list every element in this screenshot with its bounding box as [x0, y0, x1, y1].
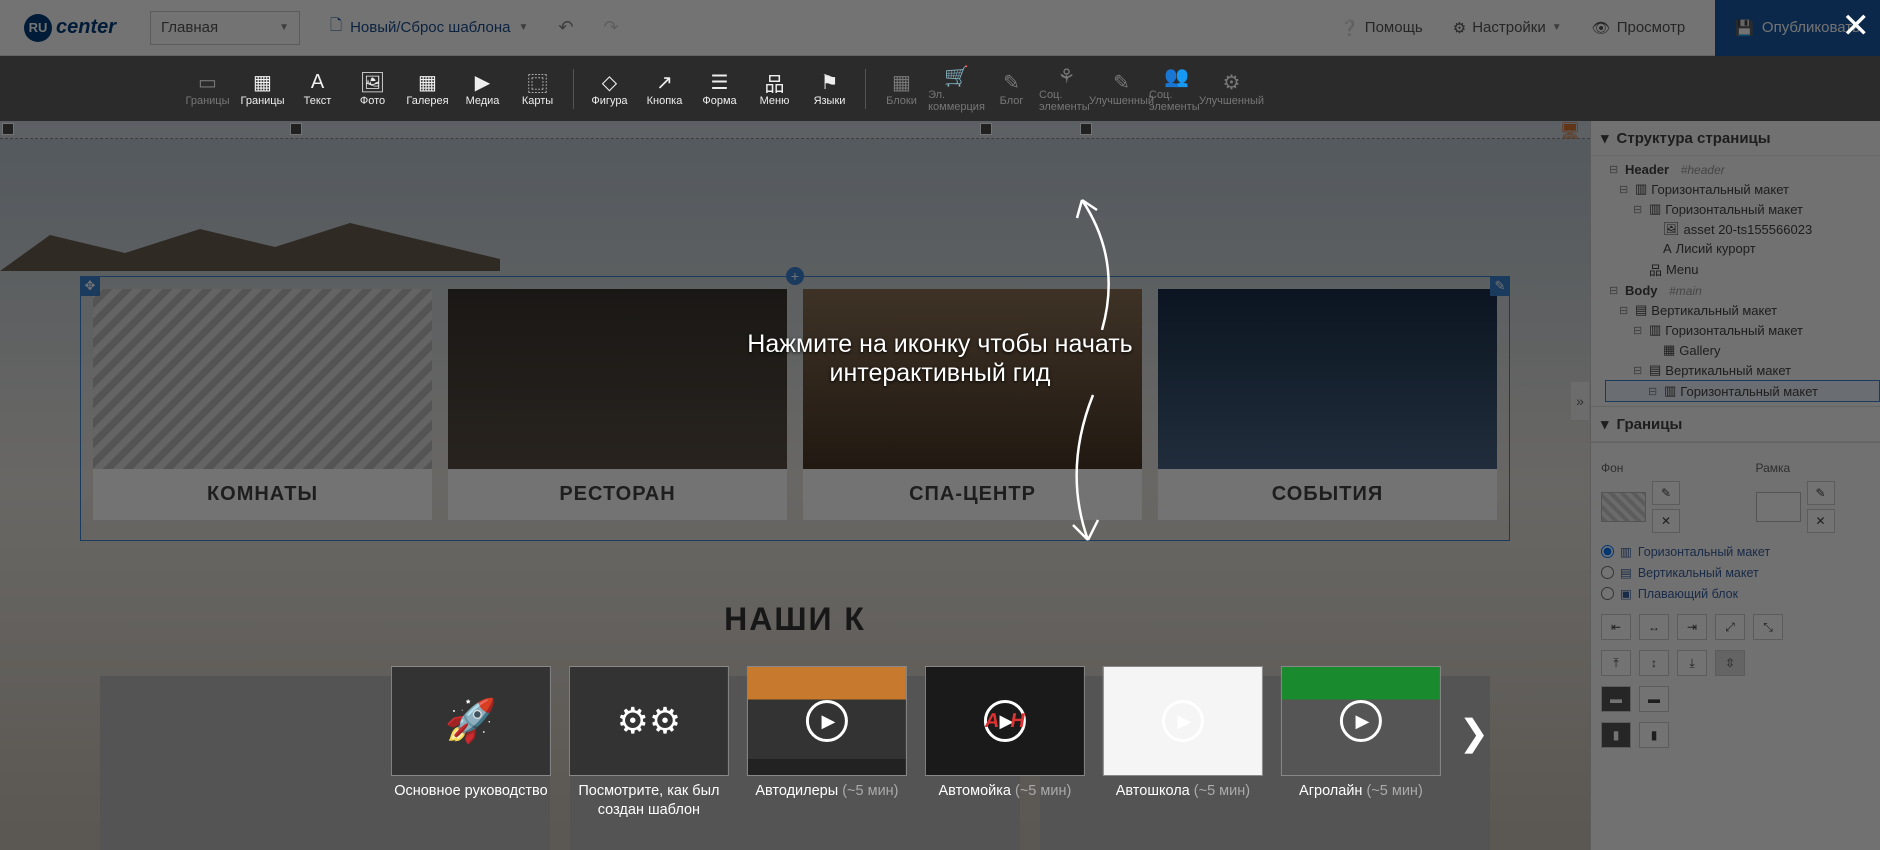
tool-icon: ↗ — [656, 71, 673, 95]
tool-label: Кнопка — [647, 95, 683, 107]
tutorial-hint: Нажмите на иконку чтобы начать интеракти… — [747, 330, 1132, 388]
tool-Форма[interactable]: ☰Форма — [692, 71, 747, 107]
tool-label: Фото — [360, 95, 385, 107]
tutorial-thumb[interactable]: 🚀 — [391, 666, 551, 776]
tool-icon: ☰ — [711, 71, 729, 95]
tool-label: Меню — [760, 95, 790, 107]
tutorial-label: Агролайн (~5 мин) — [1299, 782, 1423, 801]
tool-Границы[interactable]: ▭Границы — [180, 71, 235, 107]
arrow-up-icon — [1072, 190, 1132, 330]
tool-icon: ◇ — [602, 71, 617, 95]
tool-icon: ▦ — [418, 71, 437, 95]
tool-icon: 🛒 — [944, 65, 969, 89]
tool-Фигура[interactable]: ◇Фигура — [582, 71, 637, 107]
close-icon[interactable]: ✕ — [1842, 6, 1871, 46]
tool-icon: A — [311, 71, 324, 95]
toolbar: ▭Границы▦ГраницыAТекст🖼Фото▦Галерея▶Меди… — [0, 56, 1880, 121]
tutorial-thumb[interactable] — [747, 666, 907, 776]
tool-label: Соц. элементы — [1039, 89, 1094, 113]
tool-label: Галерея — [406, 95, 448, 107]
rocket-icon: 🚀 — [445, 697, 497, 746]
tutorial-thumb[interactable] — [1281, 666, 1441, 776]
tutorial-card[interactable]: A H Автомойка (~5 мин) — [925, 666, 1085, 801]
play-icon — [1162, 700, 1204, 742]
tool-label: Блоки — [886, 95, 917, 107]
tool-Соц. элементы[interactable]: ⚘Соц. элементы — [1039, 65, 1094, 113]
tool-label: Границы — [186, 95, 230, 107]
tool-Галерея[interactable]: ▦Галерея — [400, 71, 455, 107]
chevron-right-icon[interactable]: ❯ — [1459, 712, 1489, 754]
tool-label: Улучшенный — [1089, 95, 1154, 107]
tool-label: Текст — [304, 95, 332, 107]
tool-icon: 👥 — [1164, 65, 1189, 89]
tool-Границы[interactable]: ▦Границы — [235, 71, 290, 107]
play-icon — [806, 700, 848, 742]
tutorial-label: Автомойка (~5 мин) — [939, 782, 1072, 801]
tool-Меню[interactable]: 品Меню — [747, 71, 802, 107]
tool-Улучшенный[interactable]: ✎Улучшенный — [1094, 71, 1149, 107]
tool-icon: ▭ — [198, 71, 217, 95]
tool-label: Соц. элементы — [1149, 89, 1204, 113]
tool-label: Эл. коммерция — [928, 89, 985, 113]
tutorial-card[interactable]: Агролайн (~5 мин) — [1281, 666, 1441, 801]
tutorial-strip: 🚀 Основное руководство ⚙⚙ Посмотрите, как б… — [391, 666, 1489, 820]
tool-icon: ⚘ — [1058, 65, 1076, 89]
tutorial-card[interactable]: 🚀 Основное руководство — [391, 666, 551, 801]
tool-Улучшенный[interactable]: ⚙Улучшенный — [1204, 71, 1259, 107]
tool-Кнопка[interactable]: ↗Кнопка — [637, 71, 692, 107]
tool-icon: ▦ — [892, 71, 911, 95]
tool-icon: ✎ — [1003, 71, 1020, 95]
tool-Блог[interactable]: ✎Блог — [984, 71, 1039, 107]
tutorial-label: Основное руководство — [394, 782, 547, 801]
tool-Соц. элементы[interactable]: 👥Соц. элементы — [1149, 65, 1204, 113]
tool-icon: ⚑ — [821, 71, 839, 95]
tool-label: Блог — [1000, 95, 1024, 107]
tool-icon: 品 — [765, 71, 785, 95]
tutorial-card[interactable]: Автошкола (~5 мин) — [1103, 666, 1263, 801]
tool-Фото[interactable]: 🖼Фото — [345, 71, 400, 107]
tutorial-thumb[interactable]: A H — [925, 666, 1085, 776]
tool-label: Форма — [702, 95, 736, 107]
tool-Медиа[interactable]: ▶Медиа — [455, 71, 510, 107]
tool-icon: ▶ — [475, 71, 490, 95]
tool-icon: 🖼 — [360, 71, 385, 95]
gears-icon: ⚙⚙ — [617, 700, 682, 742]
tool-Текст[interactable]: AТекст — [290, 71, 345, 107]
tool-Эл. коммерция[interactable]: 🛒Эл. коммерция — [929, 65, 984, 113]
tutorial-thumb[interactable] — [1103, 666, 1263, 776]
arrow-down-icon — [1053, 390, 1113, 550]
tool-Языки[interactable]: ⚑Языки — [802, 71, 857, 107]
tutorial-label: Автодилеры (~5 мин) — [755, 782, 898, 801]
tool-label: Улучшенный — [1199, 95, 1264, 107]
tool-icon: ⿴ — [528, 71, 548, 95]
tutorial-card[interactable]: ⚙⚙ Посмотрите, как был создан шаблон — [569, 666, 729, 820]
tutorial-thumb[interactable]: ⚙⚙ — [569, 666, 729, 776]
tool-label: Языки — [814, 95, 846, 107]
tool-Блоки[interactable]: ▦Блоки — [874, 71, 929, 107]
tool-label: Карты — [522, 95, 553, 107]
tutorial-label: Посмотрите, как был создан шаблон — [569, 782, 729, 820]
tool-icon: ⚙ — [1223, 71, 1241, 95]
tool-label: Фигура — [591, 95, 627, 107]
tool-label: Границы — [241, 95, 285, 107]
play-icon — [1340, 700, 1382, 742]
tool-icon: ✎ — [1113, 71, 1130, 95]
tutorial-label: Автошкола (~5 мин) — [1116, 782, 1250, 801]
tool-icon: ▦ — [253, 71, 272, 95]
tool-Карты[interactable]: ⿴Карты — [510, 71, 565, 107]
tutorial-card[interactable]: Автодилеры (~5 мин) — [747, 666, 907, 801]
tool-label: Медиа — [466, 95, 500, 107]
